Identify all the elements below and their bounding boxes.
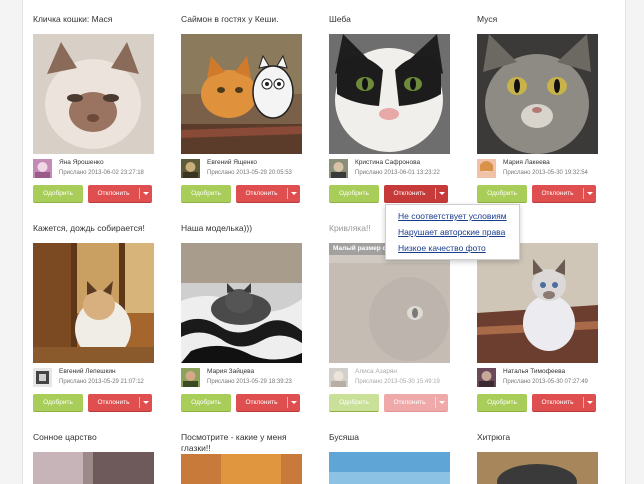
user-name: Наталья Тимофеева <box>503 368 566 375</box>
reject-button[interactable]: Отклонить <box>236 394 300 412</box>
photo-title: Шеба <box>329 14 351 24</box>
photo-title: Хитрюга <box>477 432 511 442</box>
reject-button[interactable]: Отклонить <box>532 185 596 203</box>
reject-label: Отклонить <box>97 399 130 406</box>
user-name: Яна Ярошенко <box>59 159 104 166</box>
reject-button[interactable]: Отклонить <box>88 185 152 203</box>
reject-label: Отклонить <box>393 190 426 197</box>
user-avatar[interactable] <box>477 368 496 387</box>
small-size-badge: Малый размер ф <box>329 243 393 255</box>
split-divider <box>583 397 584 408</box>
reject-button[interactable]: Отклонить <box>384 394 448 412</box>
reject-label: Отклонить <box>541 190 574 197</box>
reject-label: Отклонить <box>97 190 130 197</box>
photo-title: Кажется, дождь собирается! <box>33 223 145 233</box>
user-avatar[interactable] <box>181 159 200 178</box>
caret-down-icon[interactable] <box>587 401 593 404</box>
sent-date: Прислано 2013-05-29 20:05:53 <box>207 170 292 176</box>
reject-label: Отклонить <box>393 399 426 406</box>
user-name: Алиса Азарян <box>355 368 398 375</box>
photo-title: Кличка кошки: Мася <box>33 14 113 24</box>
cat-photo[interactable] <box>33 34 154 154</box>
reject-button[interactable]: Отклонить <box>532 394 596 412</box>
split-divider <box>583 188 584 199</box>
sent-date: Прислано 2013-05-30 15:49:19 <box>355 379 440 385</box>
cat-photo[interactable] <box>329 34 450 154</box>
cat-photo[interactable]: Малый размер ф <box>329 243 450 363</box>
split-divider <box>435 188 436 199</box>
sent-date: Прислано 2013-05-30 19:32:54 <box>503 170 588 176</box>
cat-photo[interactable] <box>181 454 302 484</box>
caret-down-icon[interactable] <box>291 401 297 404</box>
user-avatar[interactable] <box>329 159 348 178</box>
user-name: Мария Зайцева <box>207 368 255 375</box>
sent-date: Прислано 2013-06-02 23:27:18 <box>59 170 144 176</box>
user-avatar[interactable] <box>33 159 52 178</box>
cat-photo[interactable] <box>477 34 598 154</box>
split-divider <box>139 397 140 408</box>
caret-down-icon[interactable] <box>439 401 445 404</box>
reject-label: Отклонить <box>541 399 574 406</box>
caret-down-icon[interactable] <box>291 192 297 195</box>
user-name: Кристина Сафронова <box>355 159 421 166</box>
reject-button[interactable]: Отклонить <box>88 394 152 412</box>
user-avatar[interactable] <box>33 368 52 387</box>
sent-date: Прислано 2013-05-30 07:27:49 <box>503 379 588 385</box>
approve-button[interactable]: Одобрить <box>477 394 527 412</box>
split-divider <box>435 397 436 408</box>
caret-down-icon[interactable] <box>587 192 593 195</box>
cat-photo[interactable] <box>477 243 598 363</box>
approve-button[interactable]: Одобрить <box>329 185 379 203</box>
user-name: Евгений Лепешкин <box>59 368 116 375</box>
photo-title: Муся <box>477 14 498 24</box>
caret-down-icon[interactable] <box>439 192 445 195</box>
sent-date: Прислано 2013-06-01 13:23:22 <box>355 170 440 176</box>
approve-button[interactable]: Одобрить <box>181 394 231 412</box>
user-avatar[interactable] <box>329 368 348 387</box>
approve-button[interactable]: Одобрить <box>181 185 231 203</box>
photo-title: Бусяша <box>329 432 359 442</box>
reject-button[interactable]: Отклонить <box>236 185 300 203</box>
user-name: Евгений Ященко <box>207 159 257 166</box>
user-avatar[interactable] <box>477 159 496 178</box>
approve-button[interactable]: Одобрить <box>477 185 527 203</box>
cat-photo[interactable] <box>329 452 450 484</box>
photo-title: Наша моделька))) <box>181 223 253 233</box>
split-divider <box>287 188 288 199</box>
caret-down-icon[interactable] <box>143 192 149 195</box>
reason-copyright[interactable]: Нарушает авторские права <box>398 227 505 237</box>
reason-not-matching[interactable]: Не соответствует условиям <box>398 211 507 221</box>
page-left-frame <box>0 0 23 484</box>
cat-photo[interactable] <box>477 452 598 484</box>
user-avatar[interactable] <box>181 368 200 387</box>
approve-button[interactable]: Одобрить <box>329 394 379 412</box>
photo-title: Сонное царство <box>33 432 97 442</box>
caret-down-icon[interactable] <box>143 401 149 404</box>
reject-button[interactable]: Отклонить <box>384 185 448 203</box>
cat-photo[interactable] <box>33 243 154 363</box>
reason-low-quality[interactable]: Низкое качество фото <box>398 243 486 253</box>
sent-date: Прислано 2013-05-29 21:07:12 <box>59 379 144 385</box>
sent-date: Прислано 2013-05-29 18:39:23 <box>207 379 292 385</box>
user-name: Мария Лакеева <box>503 159 550 166</box>
cat-photo[interactable] <box>33 452 154 484</box>
split-divider <box>139 188 140 199</box>
photo-title: Посмотрите - какие у меня глазки!! <box>181 432 287 453</box>
split-divider <box>287 397 288 408</box>
photo-title: Саймон в гостях у Кеши. <box>181 14 279 24</box>
reject-label: Отклонить <box>245 190 278 197</box>
reject-reason-dropdown: Не соответствует условиям Нарушает автор… <box>385 204 520 260</box>
approve-button[interactable]: Одобрить <box>33 394 83 412</box>
cat-photo[interactable] <box>181 243 302 363</box>
cat-photo[interactable] <box>181 34 302 154</box>
page-right-frame <box>625 0 644 484</box>
approve-button[interactable]: Одобрить <box>33 185 83 203</box>
reject-label: Отклонить <box>245 399 278 406</box>
